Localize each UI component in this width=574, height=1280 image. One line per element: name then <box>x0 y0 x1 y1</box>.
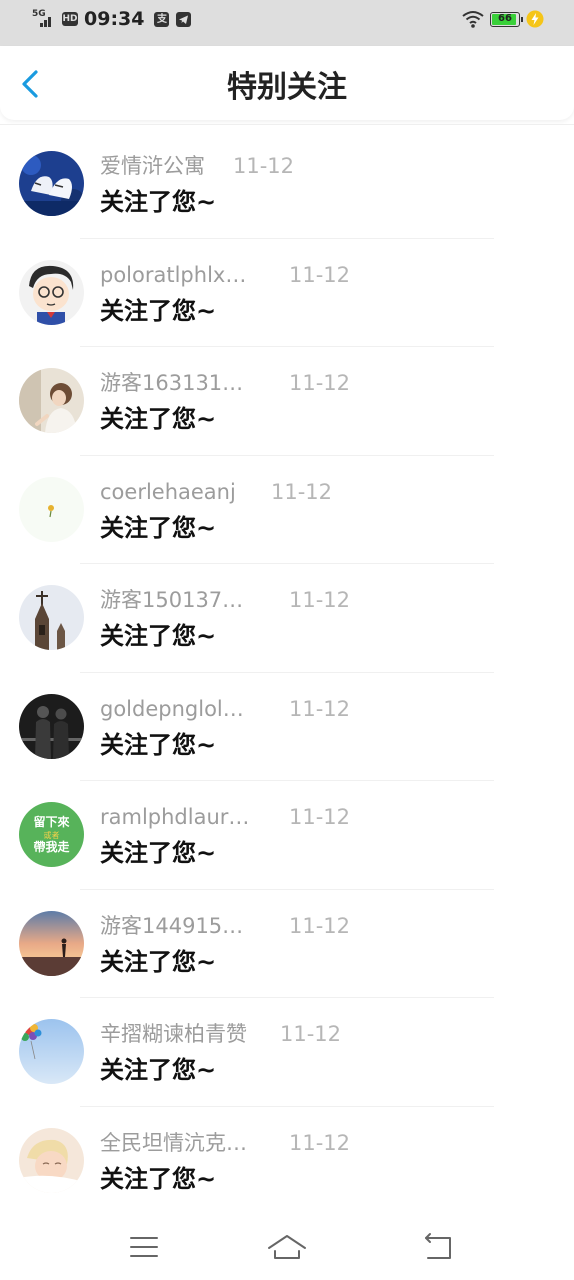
notification-message: 关注了您~ <box>100 1056 217 1084</box>
notification-date: 11-12 <box>280 1022 342 1046</box>
avatar[interactable] <box>19 1019 84 1084</box>
status-right: 66 <box>462 10 544 28</box>
hd-icon: HD <box>62 12 78 26</box>
battery-level: 66 <box>498 12 512 24</box>
list-item[interactable]: 留下來 或者 帶我走 ramlphdlaur… 11-12 关注了您~ <box>0 781 574 890</box>
sign-text-line1: 留下來 <box>33 814 69 829</box>
list-item[interactable]: 辛摺糊谏柏青赞 11-12 关注了您~ <box>0 998 574 1107</box>
notification-date: 11-12 <box>289 588 351 612</box>
avatar[interactable] <box>19 910 84 976</box>
notification-message: 关注了您~ <box>100 947 217 976</box>
notification-message: 关注了您~ <box>100 839 217 867</box>
system-nav-bar <box>0 1218 574 1280</box>
avatar[interactable] <box>19 259 84 325</box>
menu-icon <box>130 1237 158 1257</box>
notification-list: 爱情浒公寓 11-12 关注了您~ poloratlphlx… 11-12 关注… <box>0 130 574 1215</box>
user-name[interactable]: goldepnglol… <box>100 696 244 722</box>
page-title: 特别关注 <box>227 70 347 105</box>
user-name[interactable]: 爱情浒公寓 <box>100 153 205 179</box>
sign-text-line3: 帶我走 <box>33 839 69 854</box>
charging-icon <box>526 10 544 28</box>
notification-date: 11-12 <box>289 913 351 938</box>
notification-date: 11-12 <box>289 262 351 287</box>
user-name[interactable]: 游客150137… <box>100 587 243 613</box>
list-item[interactable]: 游客150137… 11-12 关注了您~ <box>0 564 574 673</box>
telegram-notification-icon <box>176 11 192 27</box>
user-name[interactable]: coerlehaeanj <box>100 479 236 505</box>
notification-message: 关注了您~ <box>100 1164 217 1193</box>
network-type: 5G <box>32 9 46 19</box>
list-item[interactable]: poloratlphlx… 11-12 关注了您~ <box>0 239 574 347</box>
avatar[interactable] <box>19 585 84 650</box>
avatar[interactable] <box>19 693 84 759</box>
status-bar: 5G HD 09:34 支 66 <box>0 0 574 46</box>
notification-date: 11-12 <box>271 479 333 504</box>
signal-icon: 5G <box>32 9 54 29</box>
notification-message: 关注了您~ <box>100 730 217 759</box>
notification-date: 11-12 <box>289 805 351 829</box>
notification-date: 11-12 <box>289 696 351 721</box>
notification-message: 关注了您~ <box>100 188 217 216</box>
list-item[interactable]: 爱情浒公寓 11-12 关注了您~ <box>0 130 574 239</box>
user-name[interactable]: poloratlphlx… <box>100 262 246 288</box>
header: 特别关注 <box>0 46 574 120</box>
home-icon <box>268 1235 306 1259</box>
back-nav-button[interactable] <box>418 1230 458 1264</box>
notification-message: 关注了您~ <box>100 405 217 433</box>
notification-message: 关注了您~ <box>100 622 217 650</box>
user-name[interactable]: 全民坦情沆克… <box>100 1130 247 1156</box>
battery-icon: 66 <box>490 11 523 27</box>
user-name[interactable]: 辛摺糊谏柏青赞 <box>100 1021 247 1047</box>
notification-date: 11-12 <box>289 371 351 395</box>
avatar[interactable] <box>19 151 84 216</box>
list-item[interactable]: goldepnglol… 11-12 关注了您~ <box>0 673 574 781</box>
list-item[interactable]: 全民坦情沆克… 11-12 关注了您~ <box>0 1107 574 1216</box>
wifi-icon <box>462 11 484 28</box>
avatar[interactable]: 留下來 或者 帶我走 <box>19 802 84 867</box>
back-icon <box>425 1233 451 1259</box>
status-left: 5G HD 09:34 支 <box>32 8 198 30</box>
notification-date: 11-12 <box>233 154 295 178</box>
notification-date: 11-12 <box>289 1130 351 1155</box>
alipay-notification-icon: 支 <box>154 11 170 27</box>
sign-text-line2: 或者 <box>44 830 60 840</box>
list-item[interactable]: 游客144915… 11-12 关注了您~ <box>0 890 574 998</box>
user-name[interactable]: ramlphdlaur… <box>100 804 249 830</box>
avatar[interactable] <box>19 368 84 433</box>
header-divider <box>0 124 574 125</box>
user-name[interactable]: 游客144915… <box>100 913 243 939</box>
notification-message: 关注了您~ <box>100 296 217 325</box>
notification-message: 关注了您~ <box>100 513 217 542</box>
user-name[interactable]: 游客163131… <box>100 370 243 396</box>
home-button[interactable] <box>267 1230 307 1264</box>
menu-button[interactable] <box>124 1230 164 1264</box>
list-item[interactable]: coerlehaeanj 11-12 关注了您~ <box>0 456 574 564</box>
avatar[interactable] <box>19 1127 84 1193</box>
list-item[interactable]: 游客163131… 11-12 关注了您~ <box>0 347 574 456</box>
avatar[interactable] <box>19 476 84 542</box>
clock: 09:34 <box>84 8 145 30</box>
